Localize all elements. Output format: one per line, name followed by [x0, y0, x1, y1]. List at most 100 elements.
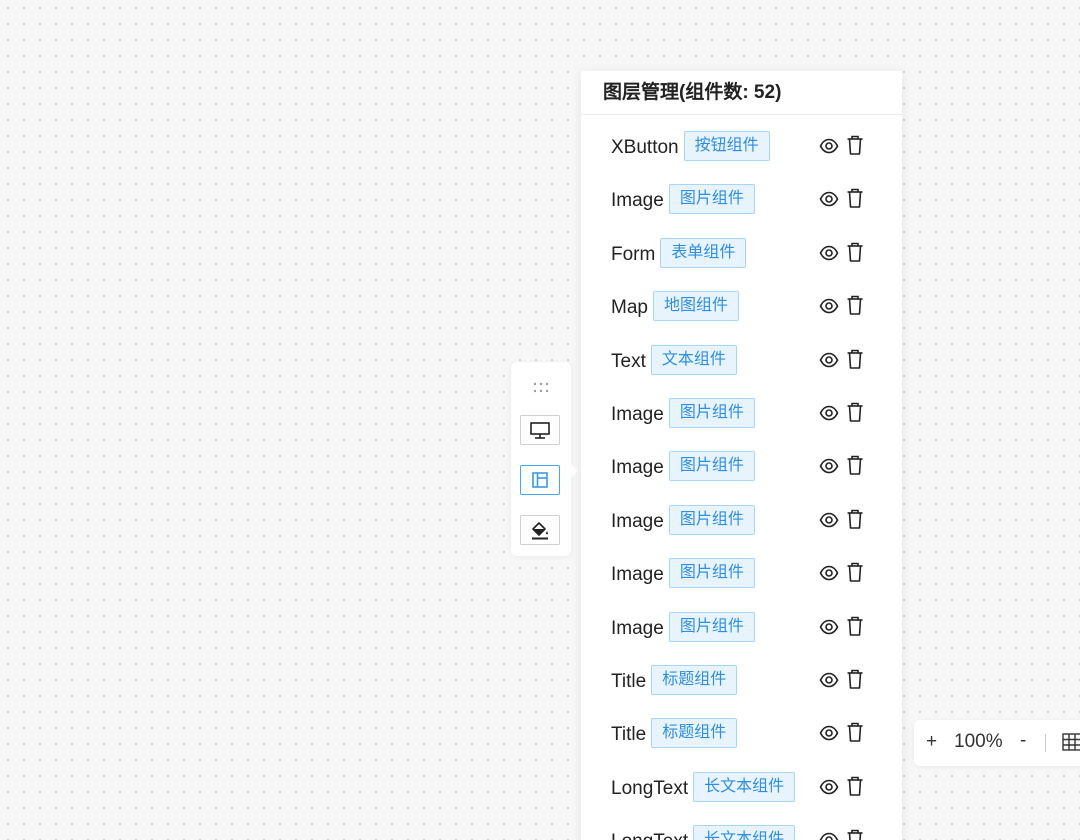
layer-label: Text 文本组件: [611, 344, 737, 377]
trash-icon[interactable]: [846, 294, 864, 316]
layer-label: Form 表单组件: [611, 237, 747, 270]
divider: [1045, 734, 1046, 752]
trash-icon[interactable]: [846, 561, 864, 583]
layer-row[interactable]: Image 图片组件: [581, 502, 902, 538]
layer-row[interactable]: Image 图片组件: [581, 181, 902, 217]
eye-icon[interactable]: [819, 243, 839, 263]
layer-type-tag: 图片组件: [668, 184, 755, 215]
trash-icon[interactable]: [846, 668, 864, 690]
layer-type-tag: 长文本组件: [693, 825, 796, 840]
layer-row[interactable]: Form 表单组件: [581, 235, 902, 271]
layer-row[interactable]: Image 图片组件: [581, 448, 902, 484]
eye-icon[interactable]: [819, 456, 839, 476]
side-toolbar: [511, 362, 578, 556]
layer-name: Image: [611, 617, 664, 639]
layer-label: Image 图片组件: [611, 451, 755, 483]
eye-icon[interactable]: [819, 563, 839, 583]
layer-name: Image: [611, 564, 664, 586]
layer-label: Image 图片组件: [611, 184, 755, 216]
eye-icon[interactable]: [819, 189, 839, 209]
layers-button[interactable]: [520, 465, 560, 495]
monitor-icon: [530, 422, 550, 439]
eye-icon[interactable]: [819, 670, 839, 690]
layer-type-tag: 文本组件: [650, 344, 737, 375]
layer-name: LongText: [611, 777, 689, 799]
layer-name: Image: [611, 404, 664, 426]
eye-icon[interactable]: [819, 403, 839, 423]
layer-row[interactable]: Image 图片组件: [581, 555, 902, 591]
layer-row[interactable]: Text 文本组件: [581, 342, 902, 378]
layer-label: XButton 按钮组件: [611, 131, 770, 163]
eye-icon[interactable]: [819, 510, 839, 530]
layer-label: Image 图片组件: [611, 611, 755, 644]
layer-type-tag: 按钮组件: [683, 131, 770, 161]
layer-name: XButton: [611, 137, 679, 159]
layer-name: Image: [611, 510, 664, 532]
layer-label: Image 图片组件: [611, 504, 755, 537]
eye-icon[interactable]: [819, 350, 839, 370]
trash-icon[interactable]: [846, 454, 864, 476]
layer-row[interactable]: Image 图片组件: [581, 609, 902, 645]
eye-icon[interactable]: [819, 830, 839, 840]
layer-type-tag: 地图组件: [652, 291, 739, 322]
layer-type-tag: 标题组件: [651, 718, 738, 749]
layer-row[interactable]: XButton 按钮组件: [581, 128, 902, 164]
trash-icon[interactable]: [846, 401, 864, 423]
layer-name: Text: [611, 350, 646, 372]
zoom-in-button[interactable]: +: [926, 731, 937, 753]
layer-name: LongText: [611, 831, 688, 840]
eye-icon[interactable]: [819, 296, 839, 316]
paint-bucket-icon: [532, 522, 548, 540]
page-settings-button[interactable]: [520, 415, 560, 445]
eye-icon[interactable]: [819, 617, 839, 637]
theme-button[interactable]: [520, 515, 560, 545]
layer-row[interactable]: LongText 长文本组件: [581, 822, 902, 840]
layer-type-tag: 图片组件: [668, 504, 755, 535]
zoom-out-button[interactable]: -: [1020, 730, 1026, 752]
trash-icon[interactable]: [846, 134, 864, 156]
zoom-control: + 100% -: [914, 720, 1080, 766]
layer-label: Title 标题组件: [611, 718, 738, 750]
layer-label: Image 图片组件: [611, 558, 755, 590]
trash-icon[interactable]: [846, 187, 864, 209]
toolbar-pointer: [569, 462, 578, 480]
layer-row[interactable]: Image 图片组件: [581, 395, 902, 431]
trash-icon[interactable]: [846, 508, 864, 530]
layer-name: Map: [611, 297, 648, 319]
trash-icon[interactable]: [846, 775, 864, 797]
layer-type-tag: 图片组件: [668, 558, 755, 589]
layer-type-tag: 长文本组件: [693, 771, 796, 802]
layer-name: Image: [611, 457, 664, 479]
trash-icon[interactable]: [846, 241, 864, 263]
layer-label: Image 图片组件: [611, 398, 755, 430]
panel-title: 图层管理(组件数: 52): [581, 71, 902, 115]
layer-management-panel: 图层管理(组件数: 52) XButton 按钮组件 Image 图片组件 Form 表单…: [581, 71, 902, 840]
layer-type-tag: 图片组件: [668, 611, 755, 642]
trash-icon[interactable]: [846, 615, 864, 637]
eye-icon[interactable]: [819, 777, 839, 797]
layer-row[interactable]: Title 标题组件: [581, 715, 902, 751]
layer-label: LongText 长文本组件: [611, 825, 796, 840]
layer-name: Title: [611, 671, 647, 693]
layout-panel-icon: [532, 472, 548, 488]
eye-icon[interactable]: [819, 136, 839, 156]
grid-icon[interactable]: [1062, 733, 1080, 751]
trash-icon[interactable]: [846, 828, 864, 840]
layer-label: Map 地图组件: [611, 291, 739, 323]
layer-name: Title: [611, 724, 647, 746]
drag-handle-icon[interactable]: [532, 380, 550, 396]
layer-label: LongText长文本组件: [611, 771, 796, 804]
layer-name: Image: [611, 190, 664, 212]
layer-type-tag: 表单组件: [660, 237, 747, 268]
layer-label: Title 标题组件: [611, 665, 738, 697]
layer-row[interactable]: LongText长文本组件: [581, 769, 902, 805]
zoom-level: 100%: [954, 731, 1003, 752]
layer-type-tag: 图片组件: [668, 398, 755, 428]
eye-icon[interactable]: [819, 723, 839, 743]
layer-type-tag: 图片组件: [668, 451, 755, 482]
layer-name: Form: [611, 243, 656, 265]
layer-row[interactable]: Title 标题组件: [581, 662, 902, 698]
trash-icon[interactable]: [846, 721, 864, 743]
trash-icon[interactable]: [846, 348, 864, 370]
layer-row[interactable]: Map 地图组件: [581, 288, 902, 324]
